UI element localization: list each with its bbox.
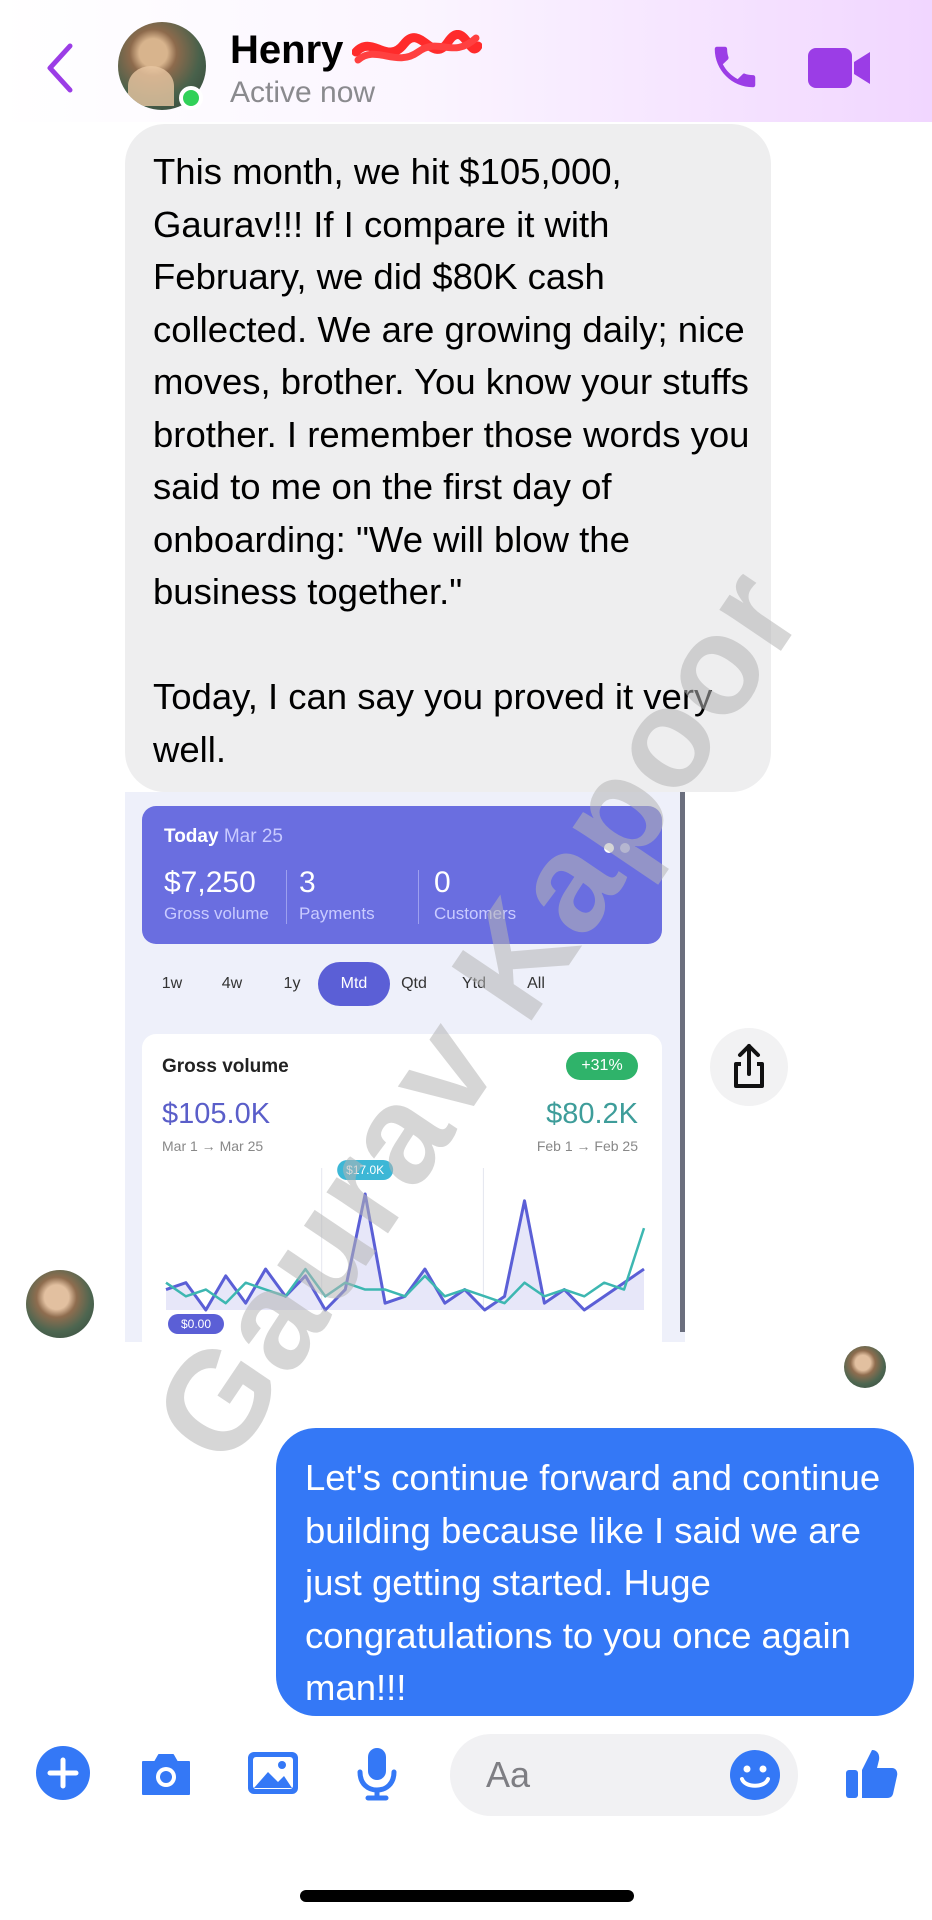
growth-badge: +31% xyxy=(566,1052,638,1080)
previous-date-range: Feb 1 → Feb 25 xyxy=(536,1138,638,1154)
video-camera-icon[interactable] xyxy=(806,46,872,90)
stat-customers: 0 Customers xyxy=(434,866,517,923)
gross-title: Gross volume xyxy=(162,1056,289,1077)
message-input[interactable] xyxy=(486,1752,706,1798)
sender-avatar[interactable] xyxy=(26,1270,94,1338)
today-summary-card: Today Mar 25 $7,250 Gross volume 3 Payme… xyxy=(142,806,662,944)
microphone-icon[interactable] xyxy=(348,1744,406,1802)
previous-gross-value: $80.2K xyxy=(546,1098,638,1130)
chat-header: Henry Active now xyxy=(0,0,932,122)
plus-icon[interactable] xyxy=(34,1744,92,1802)
stat-payments: 3 Payments xyxy=(299,866,375,923)
gross-volume-chart: $17.0K $0.00 xyxy=(165,1160,646,1334)
redaction-scribble xyxy=(352,30,482,64)
outgoing-message-text: Let's continue forward and continue buil… xyxy=(305,1457,881,1708)
svg-text:$0.00: $0.00 xyxy=(181,1317,211,1331)
incoming-message-text: This month, we hit $105,000, Gaurav!!! I… xyxy=(153,151,750,770)
shared-screenshot-image[interactable]: Today Mar 25 $7,250 Gross volume 3 Payme… xyxy=(125,792,685,1342)
seen-by-avatar xyxy=(844,1346,886,1388)
share-button[interactable] xyxy=(710,1028,788,1106)
image-icon[interactable] xyxy=(244,1744,302,1802)
camera-icon[interactable] xyxy=(137,1744,195,1802)
contact-name[interactable]: Henry xyxy=(230,28,343,73)
range-tab: All xyxy=(527,975,545,992)
stat-divider xyxy=(418,870,419,924)
svg-text:$17.0K: $17.0K xyxy=(346,1163,384,1177)
active-status: Active now xyxy=(230,76,376,109)
range-tab: Ytd xyxy=(461,975,486,992)
range-tab: 1y xyxy=(283,975,301,992)
min-label: $0.00 xyxy=(168,1314,224,1334)
incoming-message-bubble[interactable]: This month, we hit $105,000, Gaurav!!! I… xyxy=(125,124,771,792)
range-tab-selected: Mtd xyxy=(318,962,390,1006)
range-tab: Qtd xyxy=(401,975,427,992)
phone-icon[interactable] xyxy=(708,40,762,94)
stat-gross-volume: $7,250 Gross volume xyxy=(164,866,269,923)
peak-label: $17.0K xyxy=(337,1160,394,1180)
pager-dots xyxy=(598,840,630,858)
today-label: Today Mar 25 xyxy=(164,826,283,847)
current-date-range: Mar 1 → Mar 25 xyxy=(162,1138,264,1154)
stat-divider xyxy=(286,870,287,924)
current-gross-value: $105.0K xyxy=(162,1098,271,1130)
series-line-2 xyxy=(165,1227,646,1305)
screenshot-edge xyxy=(680,792,685,1332)
message-composer xyxy=(0,1720,932,1850)
share-icon xyxy=(734,1044,764,1088)
range-tab: 1w xyxy=(161,975,183,992)
gross-volume-card: Gross volume +31% $105.0K $80.2K Mar 1 →… xyxy=(142,1034,662,1342)
home-indicator xyxy=(300,1890,634,1902)
online-indicator xyxy=(179,86,203,110)
back-chevron-icon[interactable] xyxy=(40,40,80,96)
range-tab: 4w xyxy=(221,975,243,992)
range-tabs: 1w 4w 1y Mtd Qtd Ytd All xyxy=(142,962,662,1006)
thumbs-up-icon[interactable] xyxy=(842,1744,900,1802)
outgoing-message-bubble[interactable]: Let's continue forward and continue buil… xyxy=(276,1428,914,1716)
emoji-icon[interactable] xyxy=(728,1748,782,1802)
